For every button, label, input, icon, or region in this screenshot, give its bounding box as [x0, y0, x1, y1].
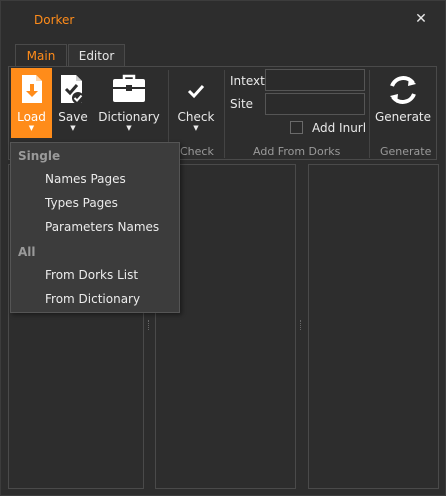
dropdown-arrow-icon: ▼: [193, 124, 199, 132]
checkmark-icon: [187, 84, 205, 99]
menu-header-all: All: [18, 245, 36, 259]
site-input[interactable]: [265, 93, 365, 115]
check-button[interactable]: Check ▼: [174, 68, 218, 138]
menu-item-from-dorks-list[interactable]: From Dorks List: [11, 263, 179, 287]
dropdown-arrow-icon: ▼: [70, 124, 76, 132]
tab-main[interactable]: Main: [15, 44, 67, 68]
menu-item-types-pages[interactable]: Types Pages: [11, 191, 179, 215]
generate-button[interactable]: Generate: [374, 68, 432, 138]
ribbon-separator: [369, 70, 370, 158]
splitter-grip[interactable]: [300, 320, 302, 330]
splitter-grip[interactable]: [148, 320, 150, 330]
intext-input[interactable]: [265, 69, 365, 91]
add-inurl-checkbox[interactable]: [290, 121, 303, 134]
menu-item-parameters-names[interactable]: Parameters Names: [11, 215, 179, 239]
dropdown-arrow-icon: ▼: [28, 124, 35, 132]
dictionary-button[interactable]: Dictionary ▼: [96, 68, 162, 138]
right-list-panel[interactable]: [308, 164, 439, 489]
intext-label: Intext: [230, 74, 265, 88]
ribbon-separator: [224, 70, 225, 158]
dictionary-label: Dictionary: [98, 110, 160, 124]
refresh-icon: [390, 76, 416, 104]
download-file-icon: [21, 75, 42, 103]
close-icon[interactable]: ✕: [414, 12, 428, 26]
save-check-icon: [61, 75, 84, 104]
group-label-add-from-dorks: Add From Dorks: [253, 145, 341, 158]
tab-editor[interactable]: Editor: [68, 44, 125, 67]
group-label-check: Check: [180, 145, 214, 158]
load-button[interactable]: Load ▼: [11, 68, 52, 138]
generate-label: Generate: [374, 110, 432, 124]
menu-item-names-pages[interactable]: Names Pages: [11, 167, 179, 191]
menu-header-single: Single: [18, 149, 61, 163]
check-label: Check: [177, 110, 215, 124]
dropdown-arrow-icon: ▼: [126, 124, 132, 132]
site-label: Site: [230, 97, 254, 111]
save-button[interactable]: Save ▼: [54, 68, 92, 138]
menu-item-from-dictionary[interactable]: From Dictionary: [11, 287, 179, 311]
window-title: Dorker: [34, 13, 75, 27]
briefcase-icon: [113, 74, 145, 102]
load-label: Load: [17, 110, 46, 124]
save-label: Save: [58, 110, 88, 124]
group-label-generate: Generate: [380, 145, 432, 158]
add-inurl-label: Add Inurl: [312, 121, 367, 135]
